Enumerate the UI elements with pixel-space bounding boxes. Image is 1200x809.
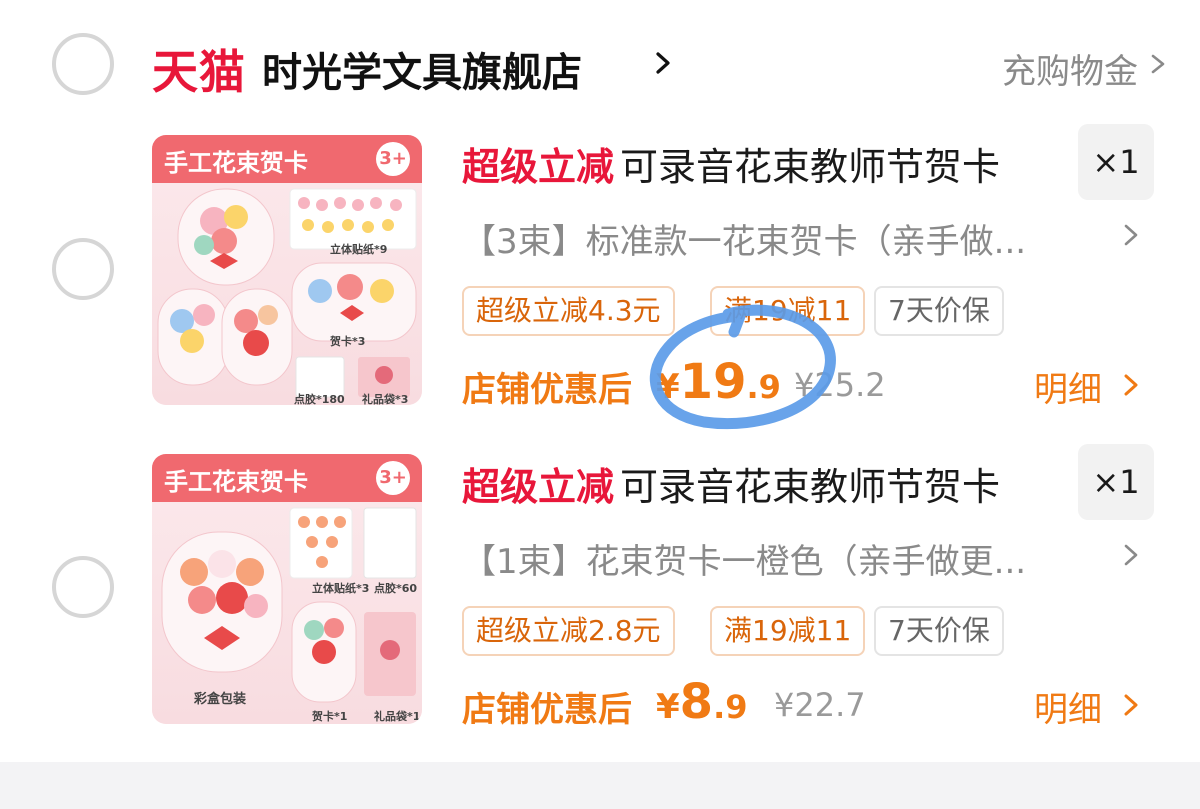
- final-price: ¥8.9: [656, 674, 748, 730]
- thumbnail-label: 贺卡*1: [312, 710, 348, 723]
- cart-shop-card: 天猫 时光学文具旗舰店 充购物金 手工花束贺卡 3+ 立体贴纸*9 贺卡*3 点…: [0, 0, 1200, 762]
- price-protection-badge: 7天价保: [874, 286, 1004, 336]
- threshold-discount-badge: 满19减11: [710, 606, 866, 656]
- quantity-stepper[interactable]: ×1: [1078, 444, 1154, 520]
- product-title-text: 可录音花束教师节贺卡: [620, 465, 1001, 509]
- final-price: ¥19.9: [656, 354, 781, 410]
- original-price: ¥22.7: [774, 686, 866, 724]
- thumbnail-title: 手工花束贺卡: [164, 468, 308, 496]
- thumbnail-label: 点胶*60: [374, 582, 418, 595]
- bottom-divider: [0, 762, 1200, 809]
- thumbnail-label: 点胶*180: [294, 393, 345, 405]
- item-select-radio[interactable]: [52, 556, 114, 618]
- original-price: ¥25.2: [794, 366, 886, 404]
- recharge-shopping-gold-link[interactable]: 充购物金: [1002, 44, 1138, 93]
- thumbnail-label: 立体贴纸*9: [330, 243, 388, 256]
- thumbnail-label: 礼品袋*1: [374, 710, 421, 723]
- item-select-radio[interactable]: [52, 238, 114, 300]
- chevron-right-icon[interactable]: [1148, 54, 1168, 74]
- price-after-discount-label: 店铺优惠后: [462, 370, 632, 410]
- shop-header: 天猫 时光学文具旗舰店 充购物金: [0, 28, 1200, 104]
- discount-badge: 超级立减4.3元: [462, 286, 675, 336]
- price-after-discount-label: 店铺优惠后: [462, 690, 632, 730]
- sku-selector[interactable]: 【3束】标准款一花束贺卡（亲手做...: [462, 214, 1026, 263]
- product-title[interactable]: 超级立减 可录音花束教师节贺卡: [462, 456, 1000, 511]
- thumbnail-title: 手工花束贺卡: [164, 149, 308, 177]
- promo-tag: 超级立减: [462, 145, 615, 189]
- chevron-right-icon[interactable]: [652, 52, 674, 74]
- product-thumbnail[interactable]: 手工花束贺卡 3+ 立体贴纸*9 贺卡*3 点胶*180 礼品袋*3: [152, 135, 422, 405]
- cart-item: 手工花束贺卡 3+ 立体贴纸*9 贺卡*3 点胶*180 礼品袋*3 超级立减 …: [0, 124, 1200, 418]
- chevron-right-icon[interactable]: [1120, 544, 1142, 566]
- thumbnail-age-badge: 3+: [376, 142, 410, 176]
- sku-selector[interactable]: 【1束】花束贺卡一橙色（亲手做更...: [462, 534, 1026, 583]
- threshold-discount-badge: 满19减11: [710, 286, 866, 336]
- chevron-right-icon[interactable]: [1120, 694, 1142, 716]
- chevron-right-icon[interactable]: [1120, 374, 1142, 396]
- thumbnail-age-badge: 3+: [376, 461, 410, 495]
- tmall-logo: 天猫: [152, 45, 246, 99]
- thumbnail-label: 立体贴纸*3: [312, 582, 370, 595]
- shop-name-link[interactable]: 时光学文具旗舰店: [262, 40, 582, 98]
- thumbnail-label: 礼品袋*3: [362, 393, 409, 405]
- chevron-right-icon[interactable]: [1120, 224, 1142, 246]
- discount-badge: 超级立减2.8元: [462, 606, 675, 656]
- price-protection-badge: 7天价保: [874, 606, 1004, 656]
- price-detail-link[interactable]: 明细: [1034, 362, 1102, 411]
- quantity-stepper[interactable]: ×1: [1078, 124, 1154, 200]
- price-detail-link[interactable]: 明细: [1034, 682, 1102, 731]
- promo-tag: 超级立减: [462, 465, 615, 509]
- product-thumbnail[interactable]: 手工花束贺卡 3+ 立体贴纸*3 点胶*60 彩盒包装 贺卡*1 礼品袋*1: [152, 454, 422, 724]
- shop-select-radio[interactable]: [52, 33, 114, 95]
- product-image-art: [161, 507, 417, 703]
- product-title-text: 可录音花束教师节贺卡: [620, 145, 1001, 189]
- thumbnail-label: 彩盒包装: [194, 692, 247, 707]
- product-title[interactable]: 超级立减 可录音花束教师节贺卡: [462, 136, 1000, 191]
- thumbnail-label: 贺卡*3: [330, 335, 366, 348]
- product-image-art: [157, 188, 417, 398]
- cart-item: 手工花束贺卡 3+ 立体贴纸*3 点胶*60 彩盒包装 贺卡*1 礼品袋*1 超…: [0, 444, 1200, 738]
